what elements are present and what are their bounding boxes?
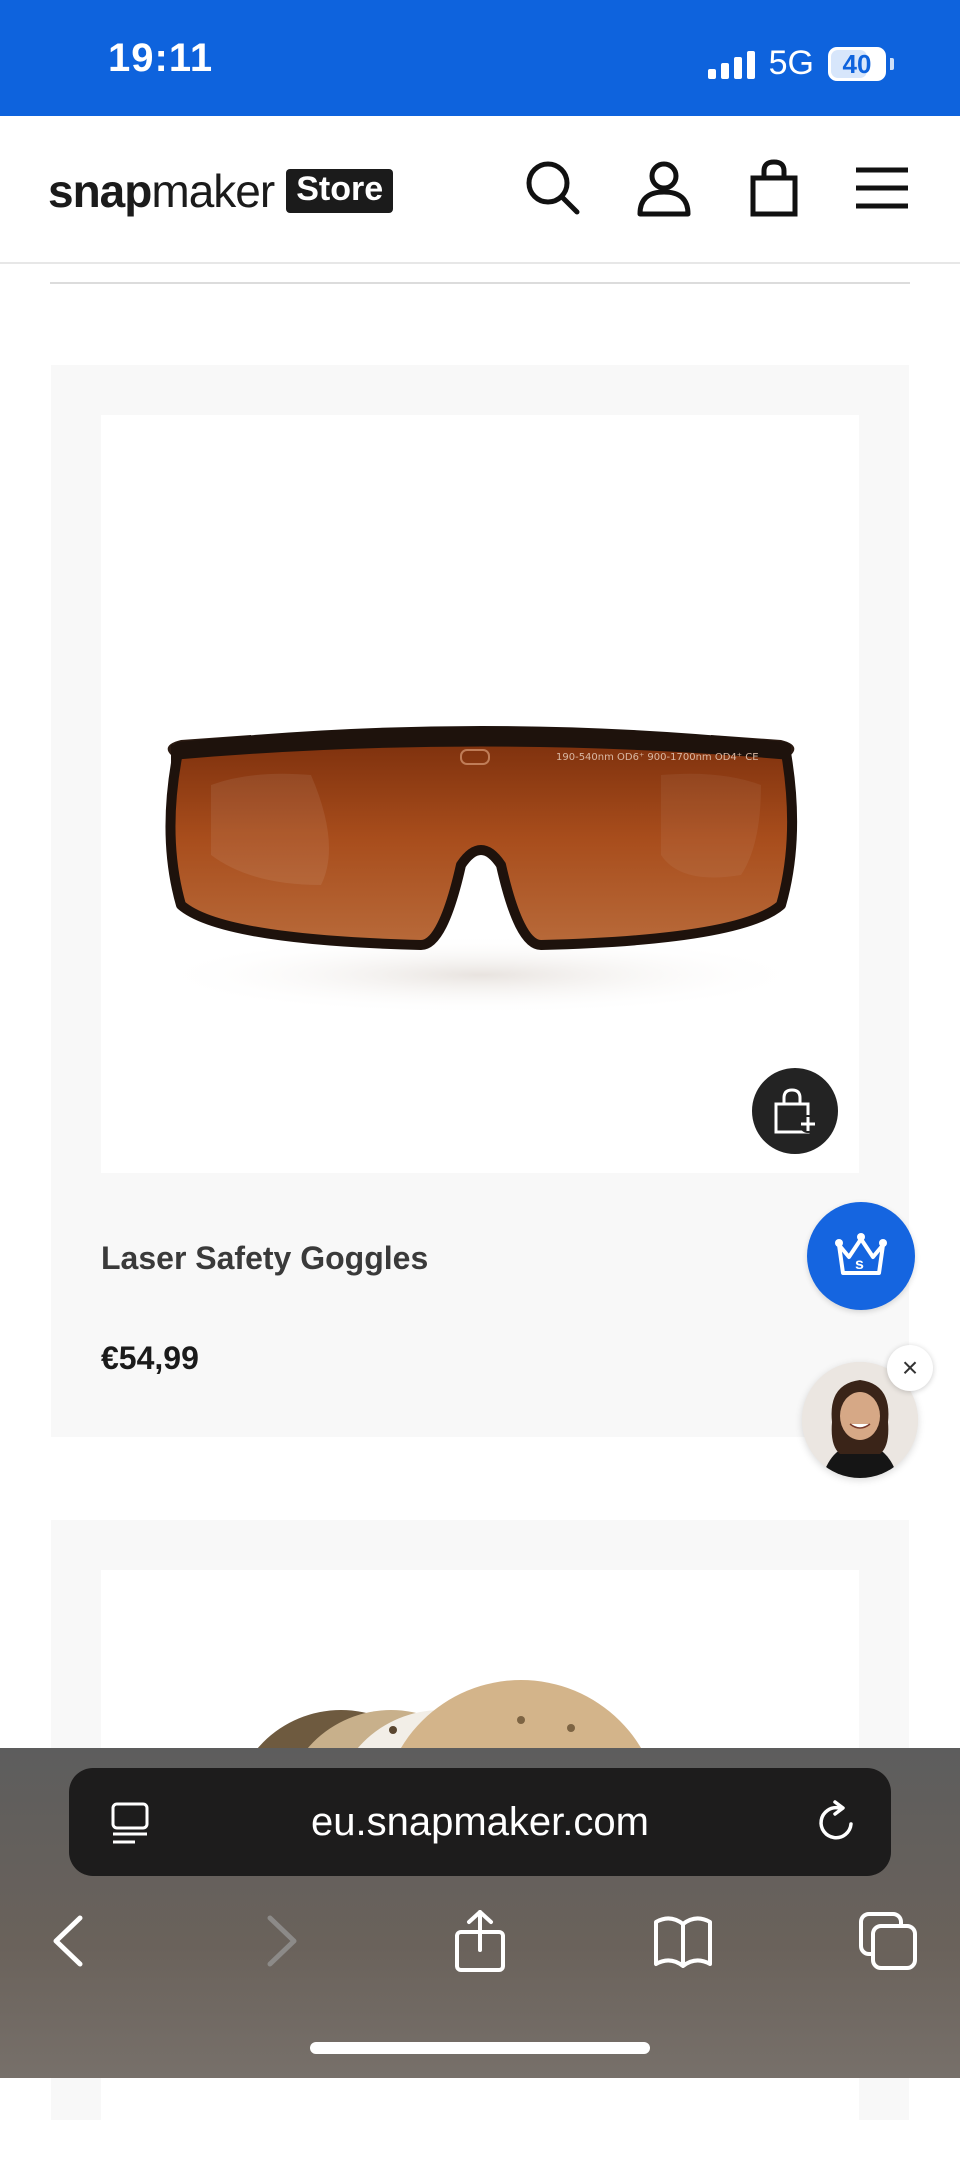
signal-icon [707,49,755,79]
crown-icon: s [835,1233,887,1275]
add-to-cart-button[interactable] [749,1065,841,1157]
status-indicators: 5G 40 [707,44,894,83]
close-chat-button[interactable]: × [887,1345,933,1391]
add-to-cart-icon [774,1088,817,1134]
url-text[interactable]: eu.snapmaker.com [69,1800,891,1845]
account-icon[interactable] [634,158,694,218]
product-card[interactable]: 190-540nm OD6⁺ 900-1700nm OD4⁺ CE Laser … [51,365,909,1437]
share-icon[interactable] [449,1910,511,1972]
home-indicator [310,2042,650,2054]
address-bar[interactable]: eu.snapmaker.com [69,1768,891,1876]
status-bar: 19:11 5G 40 [0,0,960,116]
network-type: 5G [768,44,814,82]
browser-toolbar: eu.snapmaker.com [0,1748,960,2078]
bookmarks-icon[interactable] [652,1910,714,1972]
logo-store-badge: Store [286,169,394,213]
forward-icon[interactable] [248,1910,310,1972]
battery-level: 40 [842,48,872,79]
back-icon[interactable] [40,1910,102,1972]
battery-tip [890,57,894,70]
tabs-icon[interactable] [857,1910,919,1972]
product-title[interactable]: Laser Safety Goggles [101,1240,428,1277]
status-time: 19:11 [108,36,214,80]
search-icon[interactable] [523,158,583,218]
snapmaker-logo[interactable]: snapmaker Store [48,164,394,218]
svg-text:s: s [855,1256,864,1273]
reload-icon[interactable] [813,1798,861,1846]
section-divider [50,282,910,284]
menu-icon[interactable] [852,158,912,218]
loyalty-rewards-button[interactable]: s [807,1202,915,1310]
logo-wordmark: snapmaker [48,165,275,217]
product-price: €54,99 [101,1340,199,1376]
product-image[interactable]: 190-540nm OD6⁺ 900-1700nm OD4⁺ CE [101,415,859,1173]
goggles-image: 190-540nm OD6⁺ 900-1700nm OD4⁺ CE [151,726,811,1015]
battery-icon: 40 [828,46,886,81]
cart-icon[interactable] [744,158,804,218]
site-header: snapmaker Store [0,116,960,264]
lens-print: 190-540nm OD6⁺ 900-1700nm OD4⁺ CE [556,752,759,763]
